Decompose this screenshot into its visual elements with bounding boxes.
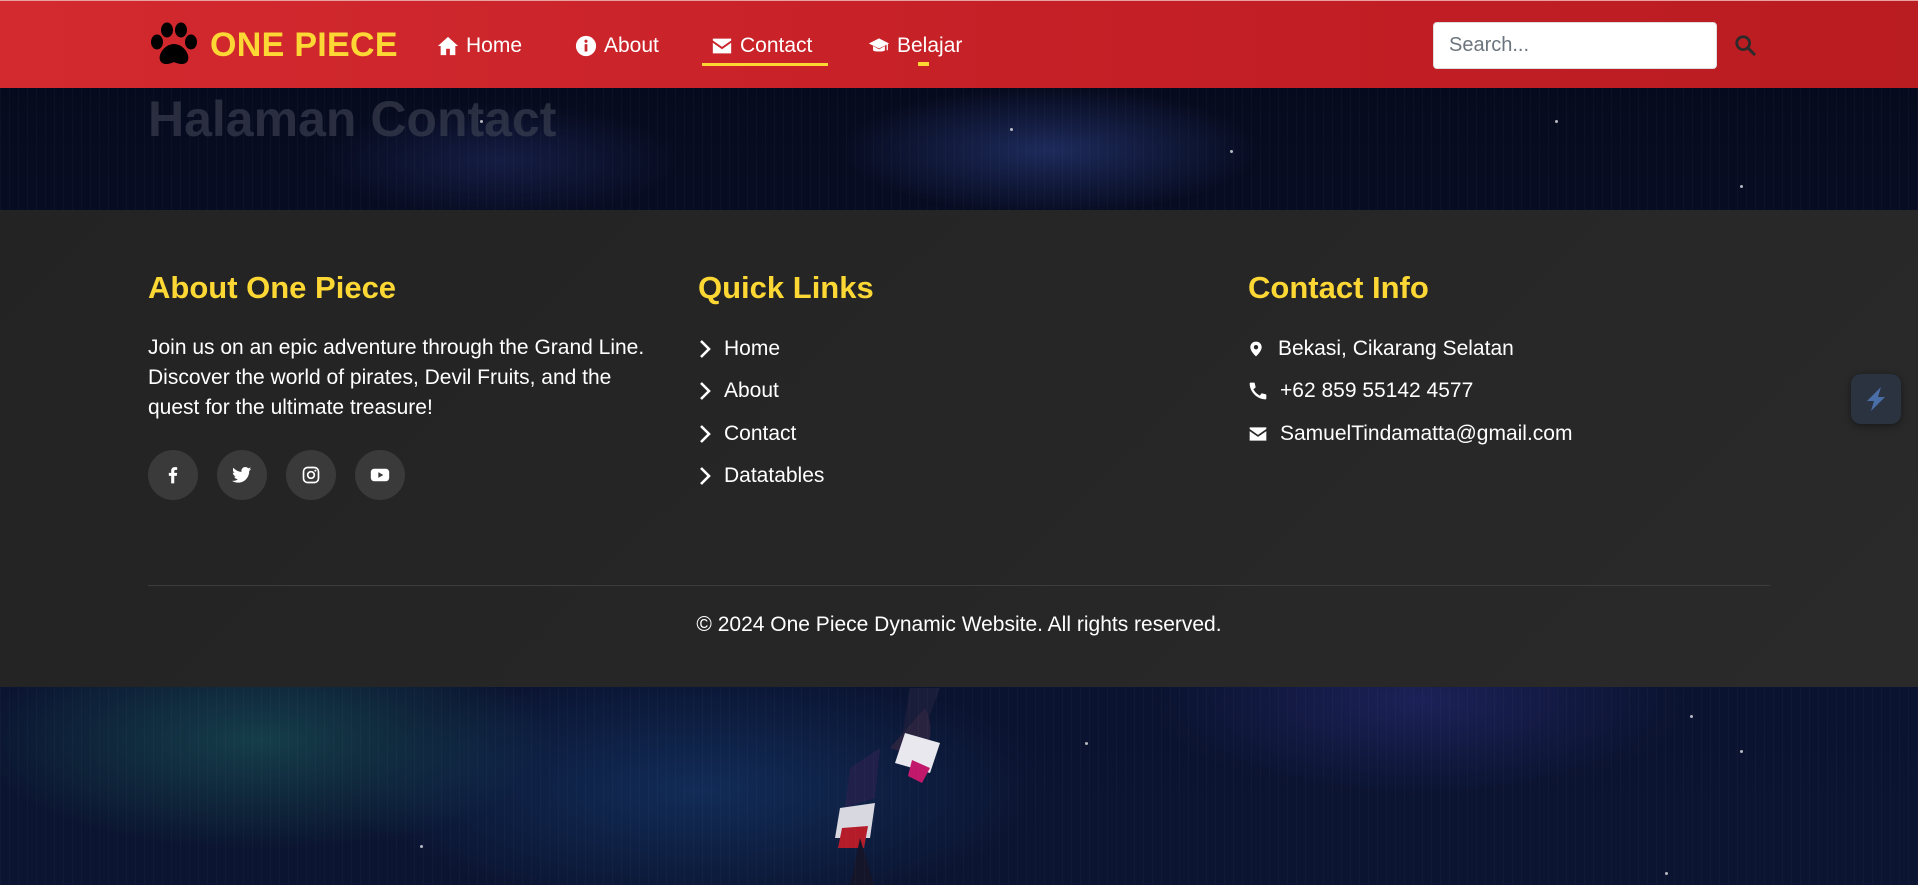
youtube-button[interactable] xyxy=(355,450,405,500)
map-marker-icon xyxy=(1250,341,1262,357)
search-icon[interactable] xyxy=(1734,34,1756,56)
search-input[interactable] xyxy=(1433,22,1717,69)
youtube-icon xyxy=(370,468,390,482)
footer-link-label: About xyxy=(724,379,779,402)
lightning-icon xyxy=(1867,387,1885,411)
chevron-right-icon xyxy=(700,340,711,358)
instagram-icon xyxy=(302,466,320,484)
character-legs-image xyxy=(835,688,940,885)
chevron-right-icon xyxy=(700,382,711,400)
page-title: Halaman Contact xyxy=(148,91,557,147)
copyright-text: © 2024 One Piece Dynamic Website. All ri… xyxy=(696,613,1222,636)
footer: About One Piece Join us on an epic adven… xyxy=(0,210,1918,687)
twitter-icon xyxy=(232,467,252,483)
nav-home[interactable]: Home xyxy=(437,29,522,63)
footer-link-label: Home xyxy=(724,337,781,360)
footer-link-contact[interactable]: Contact xyxy=(698,419,796,449)
instagram-button[interactable] xyxy=(286,450,336,500)
info-icon xyxy=(575,35,597,57)
contact-phone: +62 859 55142 4577 xyxy=(1248,376,1473,406)
nav-about[interactable]: About xyxy=(575,29,659,63)
footer-link-about[interactable]: About xyxy=(698,376,779,406)
footer-link-label: Contact xyxy=(724,422,797,445)
nav-about-label: About xyxy=(604,34,659,57)
nav-contact-label: Contact xyxy=(740,34,813,57)
facebook-button[interactable] xyxy=(148,450,198,500)
footer-links-title: Quick Links xyxy=(698,270,874,305)
envelope-icon xyxy=(1249,427,1267,441)
active-nav-indicator xyxy=(702,63,828,66)
contact-phone-text: +62 859 55142 4577 xyxy=(1280,379,1474,402)
paw-icon xyxy=(151,22,197,64)
phone-icon xyxy=(1249,382,1267,400)
contact-address-text: Bekasi, Cikarang Selatan xyxy=(1278,337,1514,360)
facebook-icon xyxy=(168,467,178,484)
navbar: ONE PIECE Home About Contact Belajar xyxy=(0,0,1918,88)
chevron-right-icon xyxy=(700,425,711,443)
footer-about-text: Join us on an epic adventure through the… xyxy=(148,336,645,419)
envelope-icon xyxy=(712,38,732,54)
side-widget-button[interactable] xyxy=(1851,374,1901,424)
footer-divider xyxy=(148,585,1770,586)
footer-link-home[interactable]: Home xyxy=(698,334,780,364)
twitter-button[interactable] xyxy=(217,450,267,500)
contact-address: Bekasi, Cikarang Selatan xyxy=(1248,334,1514,364)
contact-email: SamuelTindamatta@gmail.com xyxy=(1248,419,1572,449)
nav-belajar[interactable]: Belajar xyxy=(868,29,962,63)
chevron-right-icon xyxy=(700,467,711,485)
footer-about-title: About One Piece xyxy=(148,270,397,305)
nav-contact[interactable]: Contact xyxy=(711,29,812,63)
brand-name: ONE PIECE xyxy=(210,25,398,64)
footer-link-label: Datatables xyxy=(724,464,825,487)
nav-home-label: Home xyxy=(466,34,523,57)
graduation-cap-icon xyxy=(868,38,890,52)
contact-email-text: SamuelTindamatta@gmail.com xyxy=(1280,422,1573,445)
footer-link-datatables[interactable]: Datatables xyxy=(698,461,824,491)
brand-logo[interactable]: ONE PIECE xyxy=(148,21,398,69)
home-icon xyxy=(437,36,459,56)
belajar-indicator xyxy=(918,62,929,66)
nav-belajar-label: Belajar xyxy=(897,34,963,57)
footer-contact-title: Contact Info xyxy=(1248,270,1429,305)
